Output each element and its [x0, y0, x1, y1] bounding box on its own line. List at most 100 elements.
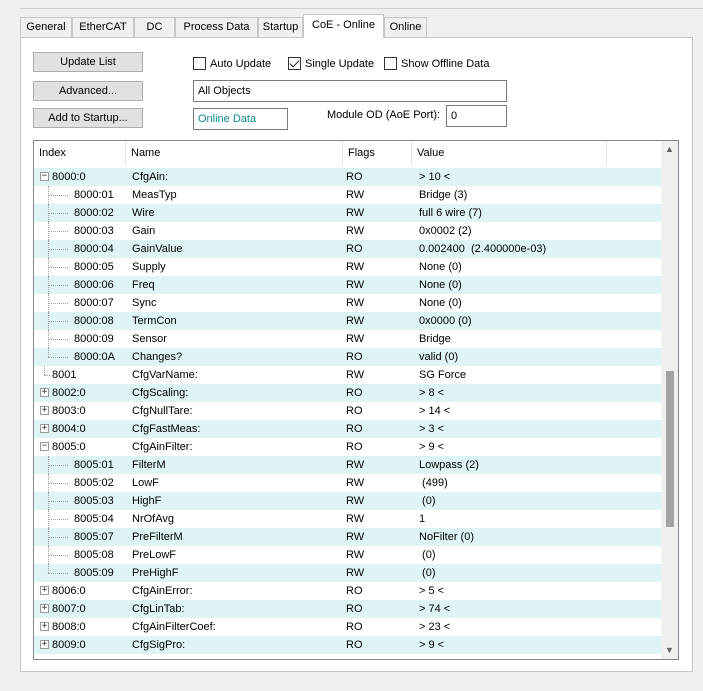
collapse-icon[interactable]: −	[40, 172, 49, 181]
cell-value[interactable]: > 8 <	[419, 384, 644, 402]
table-row[interactable]: 8000:06 Freq RW None (0)	[34, 276, 662, 294]
table-row[interactable]: 8005:04 NrOfAvg RW 1	[34, 510, 662, 528]
cell-name: Freq	[132, 279, 155, 291]
expand-icon[interactable]: +	[40, 622, 49, 631]
cell-value[interactable]: > 5 <	[419, 582, 644, 600]
table-row[interactable]: +8004:0 CfgFastMeas: RO > 3 <	[34, 420, 662, 438]
cell-value[interactable]: > 23 <	[419, 618, 644, 636]
cell-name: Changes?	[132, 351, 183, 363]
table-row[interactable]: −8005:0 CfgAinFilter: RO > 9 <	[34, 438, 662, 456]
cell-value[interactable]: valid (0)	[419, 348, 644, 366]
object-filter-field[interactable]: All Objects	[193, 80, 507, 102]
table-row[interactable]: 8000:0A Changes? RO valid (0)	[34, 348, 662, 366]
expand-icon[interactable]: +	[40, 604, 49, 613]
data-mode-field[interactable]: Online Data	[193, 108, 288, 130]
table-row[interactable]: 8000:09 Sensor RW Bridge	[34, 330, 662, 348]
module-od-port-field[interactable]: 0	[446, 105, 507, 127]
table-row[interactable]: 8000:01 MeasTyp RW Bridge (3)	[34, 186, 662, 204]
expand-icon[interactable]: +	[40, 424, 49, 433]
tab-dc[interactable]: DC	[134, 17, 175, 37]
tab-coe-online[interactable]: CoE - Online	[303, 14, 384, 38]
cell-value[interactable]: > 14 <	[419, 402, 644, 420]
tab-online[interactable]: Online	[384, 17, 427, 37]
cell-value[interactable]: (0)	[419, 492, 644, 510]
cell-value[interactable]: > 3 <	[419, 420, 644, 438]
table-row[interactable]: +8002:0 CfgScaling: RO > 8 <	[34, 384, 662, 402]
cell-value[interactable]: > 74 <	[419, 600, 644, 618]
scroll-up-icon[interactable]: ▲	[661, 141, 678, 158]
table-row[interactable]: 8000:07 Sync RW None (0)	[34, 294, 662, 312]
expand-icon[interactable]: +	[40, 640, 49, 649]
table-row[interactable]: +8006:0 CfgAinError: RO > 5 <	[34, 582, 662, 600]
cell-value[interactable]: 1	[419, 510, 644, 528]
cell-value[interactable]: > 10 <	[419, 168, 644, 186]
cell-value[interactable]: 0x0002 (2)	[419, 222, 644, 240]
collapse-icon[interactable]: −	[40, 442, 49, 451]
cell-value[interactable]: > 9 <	[419, 438, 644, 456]
table-row[interactable]: 8005:02 LowF RW (499)	[34, 474, 662, 492]
cell-flags: RW	[346, 495, 365, 507]
tab-startup[interactable]: Startup	[258, 17, 303, 37]
vertical-scrollbar[interactable]: ▲ ▼	[661, 141, 678, 659]
table-row[interactable]: 8000:08 TermCon RW 0x0000 (0)	[34, 312, 662, 330]
add-to-startup-button[interactable]: Add to Startup...	[33, 108, 143, 128]
single-update-checkbox[interactable]: Single Update	[288, 56, 374, 72]
cell-value[interactable]: None (0)	[419, 258, 644, 276]
column-header-name[interactable]: Name	[126, 141, 343, 165]
cell-value[interactable]: Lowpass (2)	[419, 456, 644, 474]
auto-update-checkbox[interactable]: Auto Update	[193, 56, 271, 72]
table-row[interactable]: 8000:05 Supply RW None (0)	[34, 258, 662, 276]
cell-value[interactable]: (0)	[419, 564, 644, 582]
cell-value[interactable]: Bridge	[419, 330, 644, 348]
table-row[interactable]: 8000:03 Gain RW 0x0002 (2)	[34, 222, 662, 240]
cell-value[interactable]: NoFilter (0)	[419, 528, 644, 546]
scroll-down-icon[interactable]: ▼	[661, 642, 678, 659]
cell-value[interactable]: 0.002400 (2.400000e-03)	[419, 240, 644, 258]
cell-value[interactable]: SG Force	[419, 366, 644, 384]
cell-value[interactable]: full 6 wire (7)	[419, 204, 644, 222]
cell-name: CfgAinFilterCoef:	[132, 621, 216, 633]
table-row[interactable]: 8001 CfgVarName: RW SG Force	[34, 366, 662, 384]
table-row[interactable]: 8005:09 PreHighF RW (0)	[34, 564, 662, 582]
cell-value[interactable]: (499)	[419, 474, 644, 492]
table-row[interactable]: +8003:0 CfgNullTare: RO > 14 <	[34, 402, 662, 420]
table-row[interactable]: 8005:01 FilterM RW Lowpass (2)	[34, 456, 662, 474]
tab-process-data[interactable]: Process Data	[175, 17, 258, 37]
cell-index: 8005:08	[74, 549, 114, 561]
cell-value[interactable]: None (0)	[419, 276, 644, 294]
table-row[interactable]: 8005:07 PreFilterM RW NoFilter (0)	[34, 528, 662, 546]
cell-value[interactable]: None (0)	[419, 294, 644, 312]
cell-value[interactable]: (0)	[419, 546, 644, 564]
expand-icon[interactable]: +	[40, 586, 49, 595]
column-header-index[interactable]: Index	[34, 141, 126, 165]
show-offline-data-box[interactable]	[384, 57, 397, 70]
tab-general[interactable]: General	[20, 17, 72, 37]
cell-value[interactable]: Bridge (3)	[419, 186, 644, 204]
cell-index: 8006:0	[52, 585, 86, 597]
object-list[interactable]: Index Name Flags Value −8000:0 CfgAin: RO >…	[33, 140, 679, 660]
cell-value[interactable]: 0x0000 (0)	[419, 312, 644, 330]
table-row[interactable]: 8000:02 Wire RW full 6 wire (7)	[34, 204, 662, 222]
table-row[interactable]: +8008:0 CfgAinFilterCoef: RO > 23 <	[34, 618, 662, 636]
cell-flags: RO	[346, 423, 363, 435]
table-row[interactable]: 8005:08 PreLowF RW (0)	[34, 546, 662, 564]
cell-index: 8008:0	[52, 621, 86, 633]
tab-ethercat[interactable]: EtherCAT	[72, 17, 134, 37]
table-row[interactable]: 8005:03 HighF RW (0)	[34, 492, 662, 510]
single-update-box[interactable]	[288, 57, 301, 70]
cell-flags: RO	[346, 405, 363, 417]
advanced-button[interactable]: Advanced...	[33, 81, 143, 101]
update-list-button[interactable]: Update List	[33, 52, 143, 72]
cell-value[interactable]: > 9 <	[419, 636, 644, 654]
table-row[interactable]: +8009:0 CfgSigPro: RO > 9 <	[34, 636, 662, 654]
column-header-value[interactable]: Value	[412, 141, 607, 165]
expand-icon[interactable]: +	[40, 406, 49, 415]
expand-icon[interactable]: +	[40, 388, 49, 397]
table-row[interactable]: −8000:0 CfgAin: RO > 10 <	[34, 168, 662, 186]
auto-update-box[interactable]	[193, 57, 206, 70]
scroll-thumb[interactable]	[666, 371, 674, 527]
show-offline-data-checkbox[interactable]: Show Offline Data	[384, 56, 489, 72]
column-header-flags[interactable]: Flags	[343, 141, 412, 165]
table-row[interactable]: +8007:0 CfgLinTab: RO > 74 <	[34, 600, 662, 618]
table-row[interactable]: 8000:04 GainValue RO 0.002400 (2.400000e-03…	[34, 240, 662, 258]
